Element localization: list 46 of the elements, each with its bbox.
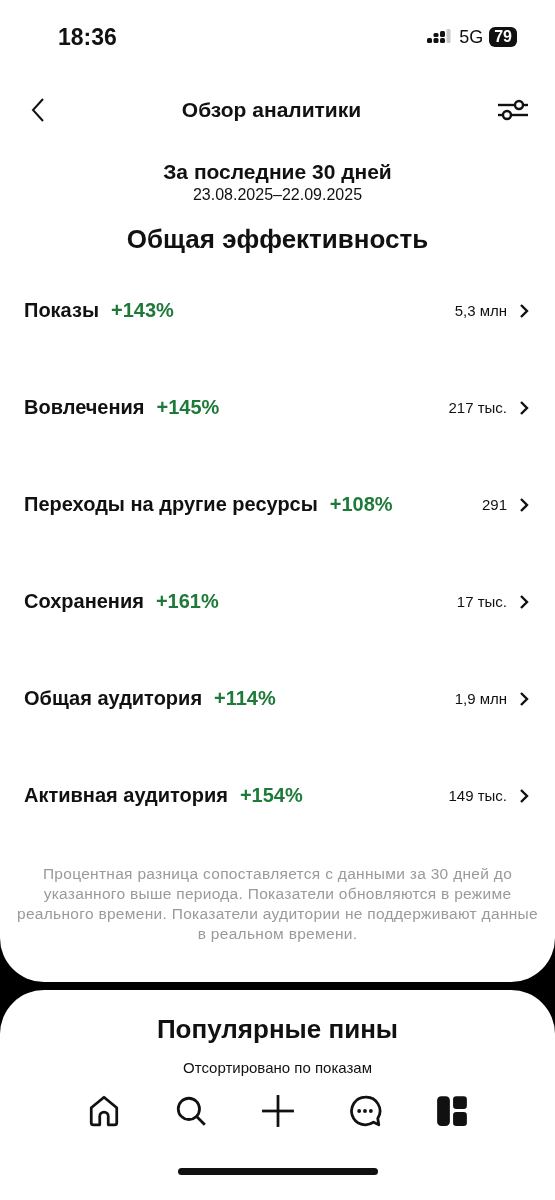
metric-change: +108% (329, 493, 393, 516)
back-icon[interactable] (30, 97, 46, 123)
metric-row[interactable]: Вовлечения +145% 217 тыс. (0, 359, 555, 456)
metric-row[interactable]: Общая аудитория +114% 1,9 млн (0, 650, 555, 747)
chevron-icon (519, 593, 529, 610)
metric-value: 149 тыс. (448, 787, 507, 804)
chevron-icon (519, 690, 529, 707)
boards-icon[interactable] (434, 1094, 469, 1128)
metric-change: +154% (239, 784, 303, 807)
chat-icon[interactable] (347, 1094, 382, 1128)
metric-row[interactable]: Показы +143% 5,3 млн (0, 262, 555, 359)
period-dates: 23.08.2025–22.09.2025 (191, 186, 364, 204)
metric-name: Переходы на другие ресурсы (24, 493, 318, 516)
footnote-text: Процентная разница сопоставляется с данными за 30 дней до указанного выше периода. Показатели обновляются в режиме реального времени. Показатели аудитории не поддерживают данные в реальном времени. (16, 864, 539, 944)
metric-name: Сохранения (24, 590, 144, 613)
metric-value: 1,9 млн (454, 690, 507, 707)
chevron-icon (519, 399, 529, 416)
network-label: 5G (459, 26, 484, 48)
metric-value: 291 (481, 496, 507, 513)
plus-icon[interactable] (260, 1094, 295, 1128)
metric-name: Показы (24, 299, 99, 322)
metric-name: Активная аудитория (24, 784, 228, 807)
chevron-icon (519, 787, 529, 804)
metric-row[interactable]: Активная аудитория +154% 149 тыс. (0, 747, 555, 844)
metric-value: 17 тыс. (456, 593, 507, 610)
signal-icon (427, 29, 454, 45)
metric-row[interactable]: Сохранения +161% 17 тыс. (0, 553, 555, 650)
page-title: Обзор аналитики (181, 98, 362, 122)
section-title: Общая эффективность (125, 224, 430, 255)
popular-title: Популярные пины (156, 1014, 399, 1045)
status-time: 18:36 (58, 23, 117, 51)
metric-name: Общая аудитория (24, 687, 203, 710)
metric-change: +114% (214, 687, 276, 710)
metric-value: 217 тыс. (448, 399, 507, 416)
period-title: За последние 30 дней (162, 160, 393, 184)
metric-change: +161% (155, 590, 219, 613)
metric-change: +145% (156, 396, 220, 419)
metric-name: Вовлечения (24, 396, 145, 419)
chevron-icon (519, 496, 529, 513)
metric-row[interactable]: Переходы на другие ресурсы +108% 291 (0, 456, 555, 553)
filter-icon[interactable] (497, 98, 529, 122)
sort-label: Отсортировано по показам (183, 1059, 372, 1076)
metric-change: +143% (111, 299, 174, 322)
metric-value: 5,3 млн (454, 302, 507, 319)
battery-indicator: 79 (489, 27, 517, 47)
chevron-icon (519, 302, 529, 319)
